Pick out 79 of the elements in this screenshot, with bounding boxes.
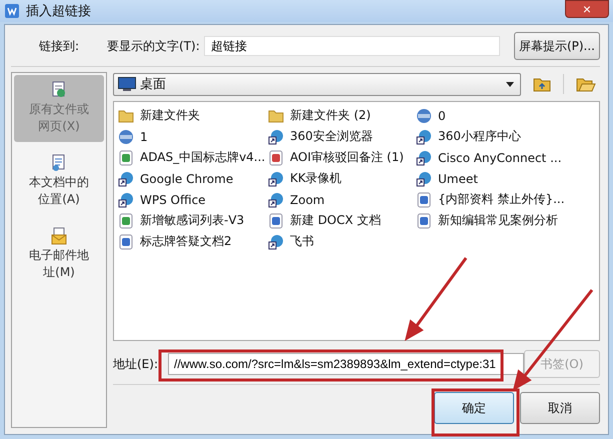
file-name: 360小程序中心 [438, 128, 521, 145]
file-name: 新建文件夹 [140, 107, 200, 124]
file-icon [268, 150, 284, 166]
location-value: 桌面 [140, 76, 167, 93]
file-item[interactable]: 360小程序中心 [416, 126, 595, 147]
shortcut-icon [416, 170, 432, 186]
file-item[interactable]: 360安全浏览器 [268, 126, 416, 147]
file-name: 360安全浏览器 [290, 128, 373, 145]
sidebar-item[interactable]: 电子邮件地址(M) [14, 220, 104, 288]
file-item[interactable]: Zoom [268, 189, 416, 210]
file-name: Google Chrome [140, 172, 234, 186]
link-to-label: 链接到: [38, 38, 80, 54]
shortcut-icon [268, 192, 284, 208]
file-name: ADAS_中国标志牌v4... [140, 149, 266, 166]
file-name: AOI审核驳回备注 (1) [290, 149, 404, 166]
file-item[interactable]: 0 [416, 105, 595, 126]
file-name: 新知编辑常见案例分析 [438, 212, 558, 229]
address-field[interactable]: //www.so.com/?src=lm&ls=sm2389893&lm_extend=ctype:31 [168, 353, 524, 375]
file-icon [118, 234, 134, 250]
file-name: 标志牌答疑文档2 [140, 233, 232, 250]
file-name: 1 [140, 130, 148, 144]
file-item[interactable]: 新建文件夹 (2) [268, 105, 416, 126]
file-icon [118, 150, 134, 166]
shortcut-icon [268, 170, 284, 186]
file-icon [416, 192, 432, 208]
file-name: 0 [438, 108, 446, 122]
shortcut-icon [118, 170, 134, 186]
open-folder-icon[interactable] [576, 76, 596, 92]
window-title: 插入超链接 [26, 3, 92, 20]
file-name: Umeet [438, 172, 478, 186]
address-label: 地址(E): [113, 356, 158, 372]
file-item[interactable]: Google Chrome [118, 168, 268, 189]
file-item[interactable]: 标志牌答疑文档2 [118, 231, 268, 252]
ok-button[interactable]: 确定 [434, 392, 514, 424]
file-item[interactable]: 1 [118, 126, 268, 147]
shortcut-icon [416, 128, 432, 144]
file-item[interactable]: 新建 DOCX 文档 [268, 210, 416, 231]
file-icon [268, 212, 284, 228]
sidebar-item[interactable]: 本文档中的位置(A) [14, 148, 104, 215]
screentip-button[interactable]: 屏幕提示(P)... [514, 32, 600, 60]
cancel-button[interactable]: 取消 [520, 392, 600, 424]
file-item[interactable]: Umeet [416, 168, 595, 189]
monitor-icon [118, 77, 136, 91]
shortcut-icon [268, 234, 284, 250]
file-item[interactable]: {内部资料 禁止外传}... [416, 189, 595, 210]
file-name: 新建文件夹 (2) [290, 107, 371, 124]
file-icon [118, 128, 134, 144]
file-icon [118, 212, 134, 228]
file-name: 新建 DOCX 文档 [290, 212, 381, 229]
file-item[interactable]: Cisco AnyConnect ... [416, 147, 595, 168]
file-name: Zoom [290, 192, 325, 206]
file-item[interactable]: 新增敏感词列表-V3 [118, 210, 268, 231]
file-item[interactable]: WPS Office [118, 189, 268, 210]
envelope-icon [51, 226, 67, 245]
file-item[interactable]: KK录像机 [268, 168, 416, 189]
folder-icon [118, 108, 134, 124]
file-name: KK录像机 [290, 170, 342, 187]
display-text-label: 要显示的文字(T): [107, 38, 200, 54]
file-item[interactable]: 飞书 [268, 231, 416, 252]
close-button[interactable]: × [565, 0, 609, 18]
file-item[interactable]: ADAS_中国标志牌v4... [118, 147, 268, 168]
shortcut-icon [268, 128, 284, 144]
file-icon [416, 108, 432, 124]
shortcut-icon [118, 192, 134, 208]
display-text-field[interactable]: 超链接 [204, 36, 500, 56]
folder-icon [268, 108, 284, 124]
file-name: WPS Office [140, 192, 206, 206]
file-name: Cisco AnyConnect ... [438, 150, 562, 164]
location-dropdown[interactable]: 桌面 [113, 72, 521, 96]
file-item[interactable]: 新知编辑常见案例分析 [416, 210, 595, 231]
folder-up-icon[interactable] [533, 76, 551, 92]
shortcut-icon [416, 150, 432, 166]
file-name: 新增敏感词列表-V3 [140, 212, 244, 229]
file-name: 飞书 [290, 233, 314, 250]
caret-icon [506, 82, 514, 86]
file-item[interactable]: AOI审核驳回备注 (1) [268, 147, 416, 168]
file-icon [416, 212, 432, 228]
file-item[interactable]: 新建文件夹 [118, 105, 268, 126]
file-name: {内部资料 禁止外传}... [438, 191, 565, 208]
